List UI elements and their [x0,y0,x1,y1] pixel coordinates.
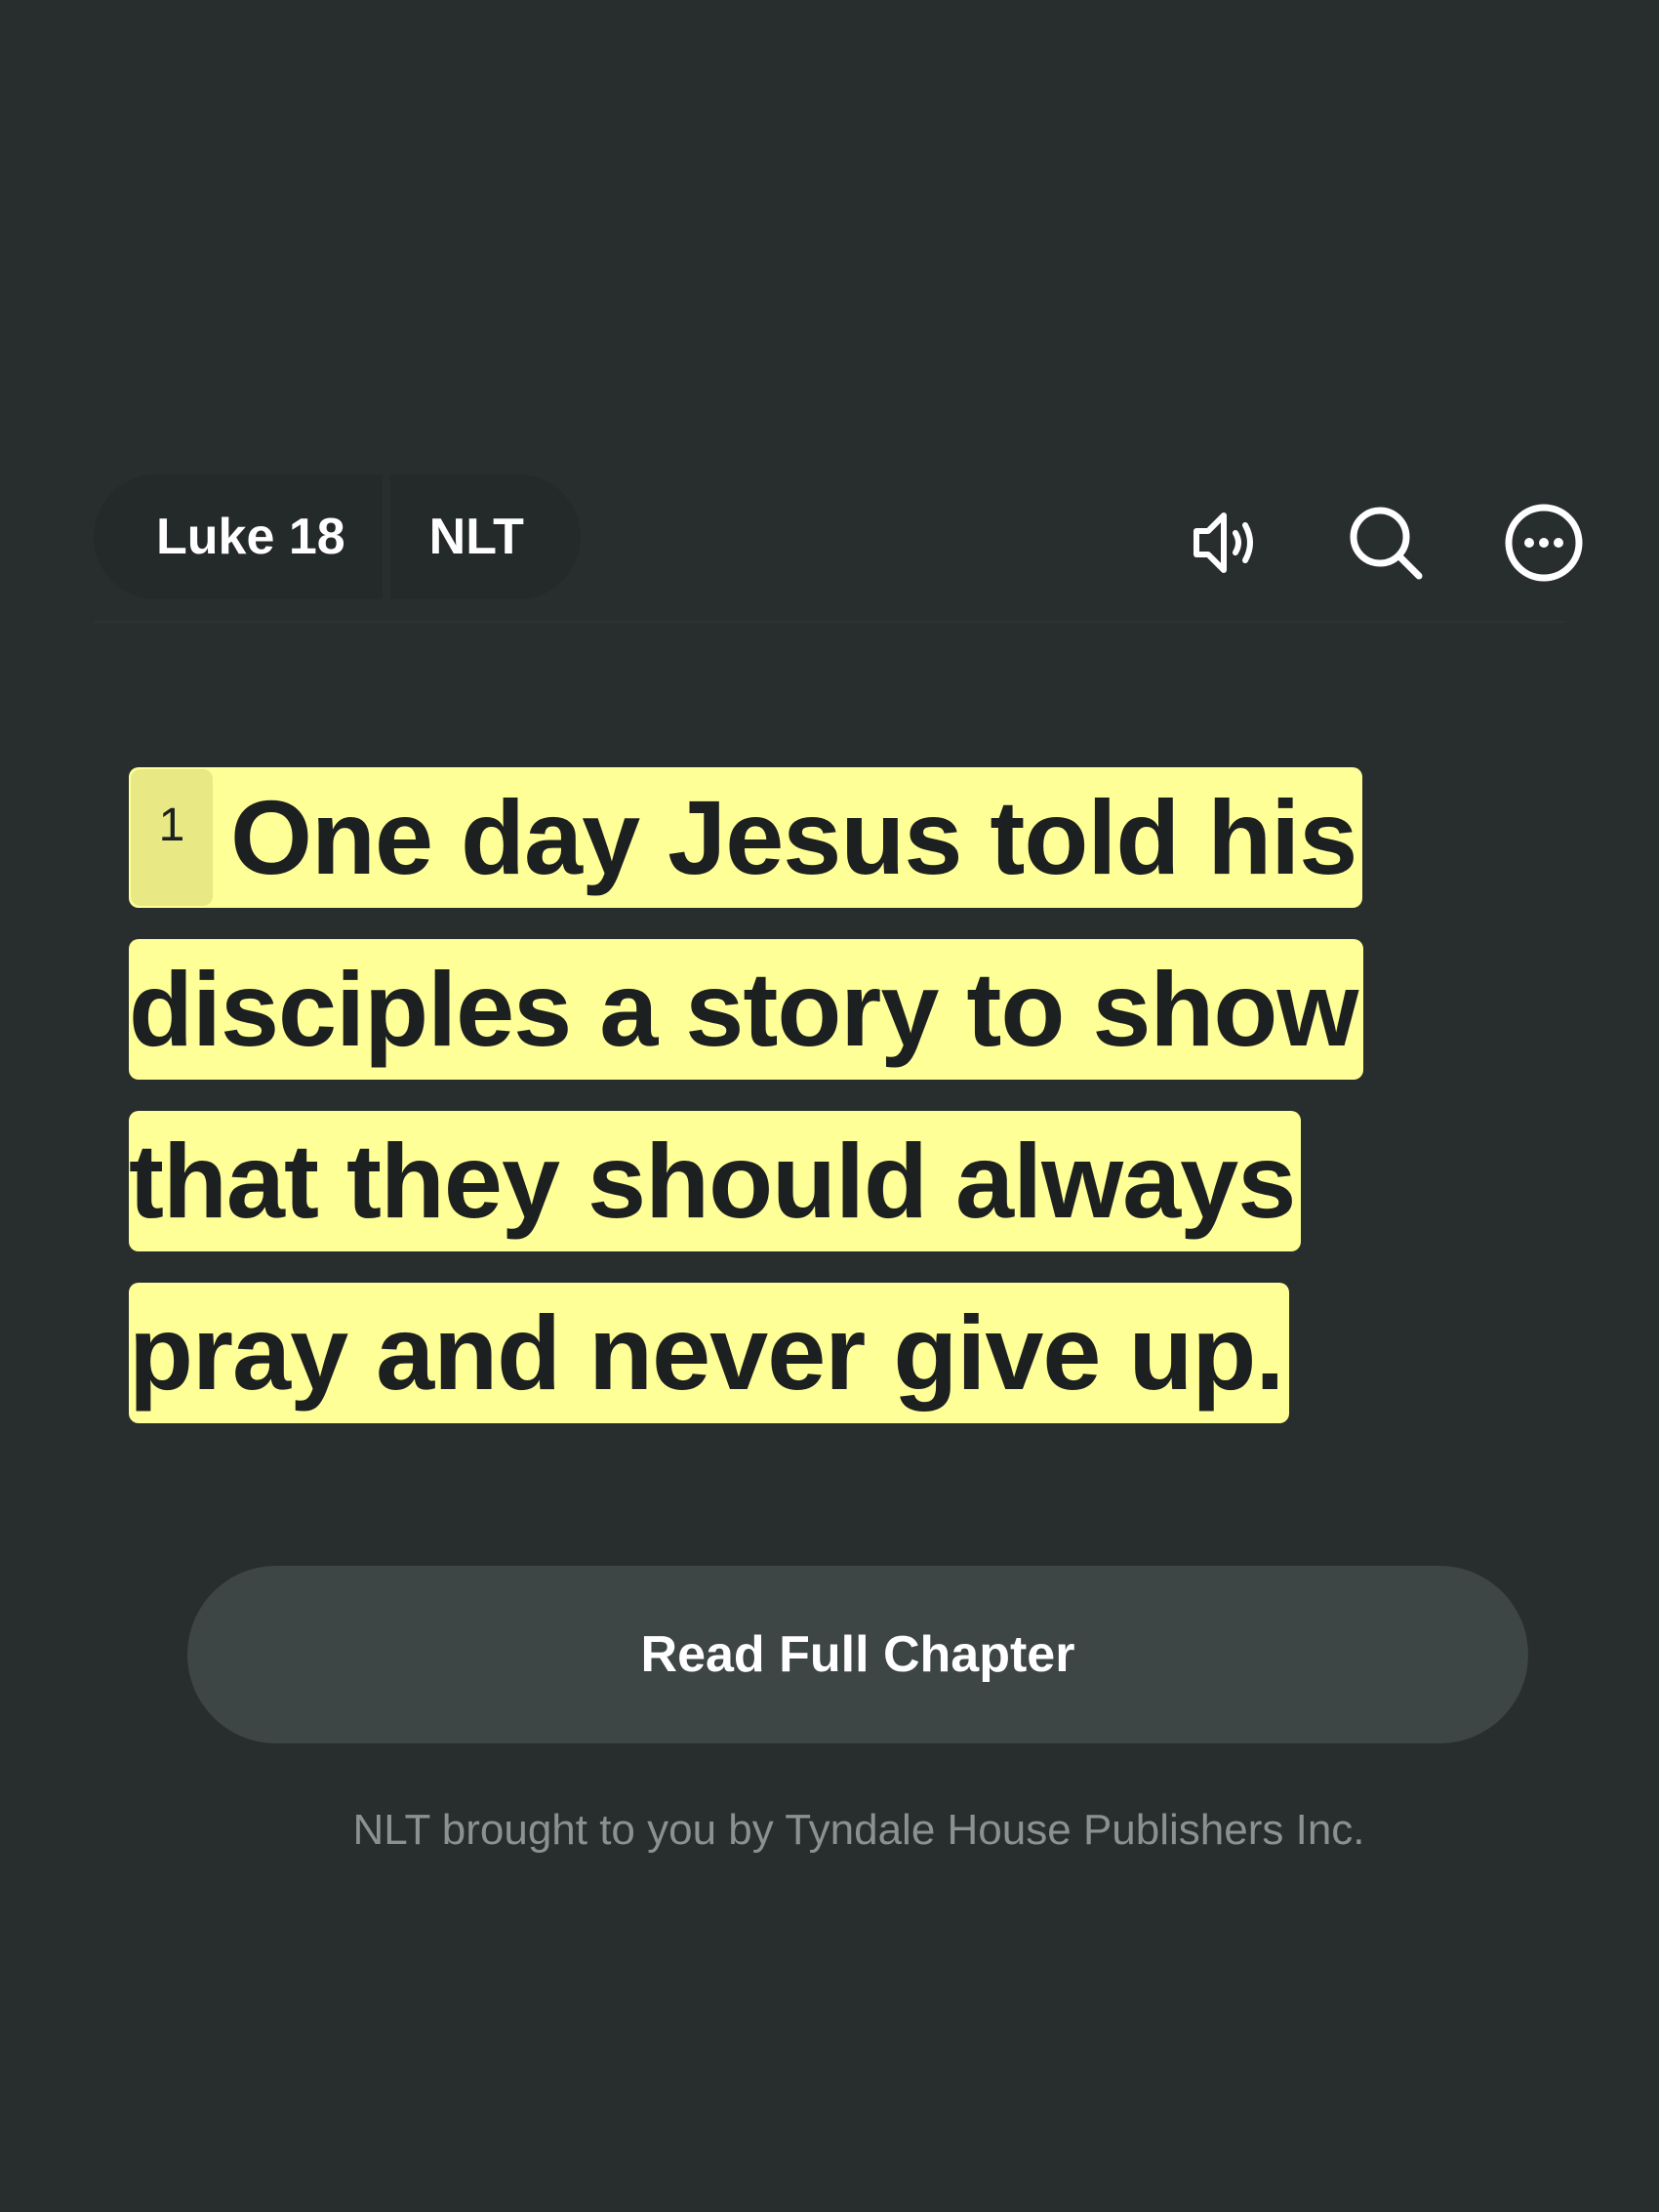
verse-line-text[interactable]: pray and never give up. [129,1283,1290,1423]
more-options-icon [1505,504,1583,582]
verse-number: 1 [131,769,213,906]
verse-line: 1 One day Jesus told his [129,767,1476,939]
search-button[interactable] [1339,496,1433,590]
toolbar-divider [94,621,1565,623]
copyright-notice: NLT brought to you by Tyndale House Publ… [352,1806,1365,1854]
read-full-chapter-button[interactable]: Read Full Chapter [187,1566,1528,1743]
more-options-button[interactable] [1497,496,1591,590]
version-button[interactable]: NLT [390,474,581,599]
speaker-audio-icon [1194,512,1253,573]
audio-button[interactable] [1183,496,1276,590]
verse-line: pray and never give up. [129,1283,1476,1454]
verse-line-text[interactable]: disciples a story to show [129,939,1364,1080]
verse-line: that they should always [129,1111,1476,1283]
verse-line-text: One day Jesus told his [230,778,1357,896]
verse-line: disciples a story to show [129,939,1476,1111]
reference-selector: Luke 18 NLT [94,474,581,599]
search-icon [1350,507,1423,580]
book-chapter-button[interactable]: Luke 18 [94,474,383,599]
verse-highlight[interactable]: 1 One day Jesus told his [129,767,1363,908]
reader-toolbar: Luke 18 NLT [0,474,1659,623]
verse-text[interactable]: 1 One day Jesus told his disciples a stor… [129,767,1476,1454]
reference-divider [382,474,390,599]
verse-line-text[interactable]: that they should always [129,1111,1302,1251]
